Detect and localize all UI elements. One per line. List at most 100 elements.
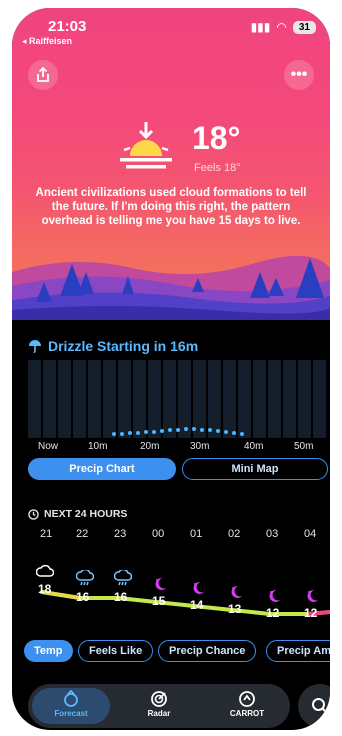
wifi-icon: ◠ [276, 20, 287, 34]
precip-column [88, 360, 101, 438]
cloud-icon [36, 564, 54, 577]
drizzle-dot [184, 427, 188, 431]
tab-radar-label: Radar [147, 709, 171, 718]
hour-temp: 12 [304, 606, 318, 620]
tab-radar[interactable]: Radar [120, 688, 198, 724]
precip-time-label: 50m [294, 441, 314, 452]
precip-column [133, 360, 146, 438]
carrot-chat-icon [239, 691, 255, 707]
precip-column [283, 360, 296, 438]
hour-temp: 18 [38, 582, 52, 596]
hour-label: 22 [76, 528, 89, 540]
precip-column [208, 360, 221, 438]
tab-forecast[interactable]: Forecast [32, 688, 110, 724]
hour-temp: 15 [152, 594, 166, 608]
signal-icon: ▮▮▮ [250, 20, 271, 34]
precip-time-label: 10m [88, 441, 108, 452]
moon-stars-icon [307, 589, 318, 602]
battery-icon: 31 [292, 20, 316, 34]
precip-title: Drizzle Starting in 16m [48, 338, 199, 354]
hour-label: 00 [152, 528, 165, 540]
more-icon: ••• [290, 66, 308, 83]
phone-screen: 21:03 ◂ Raiffeisen ▮▮▮ ◠ 31 ••• 18° Feel… [12, 8, 330, 730]
landscape-illustration [12, 255, 330, 320]
drizzle-dot [168, 428, 172, 432]
drizzle-dot [176, 428, 180, 432]
chip-temp[interactable]: Temp [24, 640, 73, 662]
drizzle-dot [128, 431, 132, 435]
tab-forecast-label: Forecast [54, 709, 88, 718]
temperature-value: 18° [192, 120, 241, 156]
moon-stars-icon [231, 585, 242, 598]
precip-column [238, 360, 251, 438]
share-button[interactable] [28, 60, 58, 90]
forecast-icon [64, 690, 78, 707]
clock-icon [28, 508, 39, 520]
rain-cloud-icon [76, 570, 94, 586]
precip-time-label: Now [38, 441, 59, 452]
more-button[interactable]: ••• [284, 60, 314, 90]
moon-stars-icon [269, 589, 280, 602]
precip-column [313, 360, 326, 438]
section-title: NEXT 24 HOURS [44, 508, 128, 520]
precip-column [268, 360, 281, 438]
drizzle-dot [120, 432, 124, 436]
hour-temp: 16 [114, 590, 128, 604]
precip-column [58, 360, 71, 438]
drizzle-dot [224, 430, 228, 434]
precip-column [253, 360, 266, 438]
drizzle-dot [232, 431, 236, 435]
back-to-app-link[interactable]: ◂ Raiffeisen [22, 36, 72, 47]
hour-label: 03 [266, 528, 279, 540]
chip-feels-like[interactable]: Feels Like [78, 640, 154, 662]
mini-map-button[interactable]: Mini Map [182, 458, 328, 480]
search-icon [312, 698, 329, 715]
precip-time-label: 20m [140, 441, 160, 452]
search-button[interactable] [298, 684, 330, 728]
precip-column [163, 360, 176, 438]
tab-bar: Forecast Radar CARROT [28, 684, 290, 728]
feels-like-value: Feels 18° [194, 162, 241, 174]
precip-time-label: 30m [190, 441, 210, 452]
drizzle-dot [152, 430, 156, 434]
chip-precip-amount[interactable]: Precip Amou [266, 640, 330, 662]
precip-summary: Drizzle Starting in 16m [28, 338, 198, 354]
hour-label: 04 [304, 528, 317, 540]
status-icons: ▮▮▮ ◠ 31 [251, 20, 316, 34]
drizzle-dot [192, 427, 196, 431]
hour-label: 02 [228, 528, 241, 540]
precip-column [28, 360, 41, 438]
snarky-quote: Ancient civilizations used cloud formati… [35, 187, 307, 227]
tab-carrot-label: CARROT [229, 709, 265, 718]
drizzle-dot [136, 431, 140, 435]
radar-icon [151, 691, 167, 707]
drizzle-dot [160, 429, 164, 433]
umbrella-icon [29, 340, 41, 353]
status-time: 21:03 [48, 18, 87, 35]
drizzle-dot [216, 429, 220, 433]
hour-label: 23 [114, 528, 127, 540]
tab-carrot[interactable]: CARROT [208, 688, 286, 724]
drizzle-dot [200, 428, 204, 432]
drizzle-dot [240, 432, 244, 436]
precip-time-label: 40m [244, 441, 264, 452]
precip-column [148, 360, 161, 438]
current-conditions: 18° Feels 18° [116, 120, 316, 180]
precip-column [298, 360, 311, 438]
hour-temp: 14 [190, 598, 204, 612]
chip-precip-chance[interactable]: Precip Chance [158, 640, 257, 662]
precip-column [118, 360, 131, 438]
hour-temp: 13 [228, 602, 242, 616]
status-bar: 21:03 ◂ Raiffeisen ▮▮▮ ◠ 31 [12, 18, 330, 48]
hour-temp: 16 [76, 590, 90, 604]
precip-column [103, 360, 116, 438]
precip-chart-button[interactable]: Precip Chart [28, 458, 176, 480]
hour-label: 21 [40, 528, 53, 540]
drizzle-dot [208, 428, 212, 432]
rain-cloud-icon [114, 570, 132, 586]
precip-column [223, 360, 236, 438]
moon-stars-icon [155, 577, 166, 590]
precip-column [43, 360, 56, 438]
share-icon [37, 67, 49, 82]
hour-temp: 12 [266, 606, 280, 620]
